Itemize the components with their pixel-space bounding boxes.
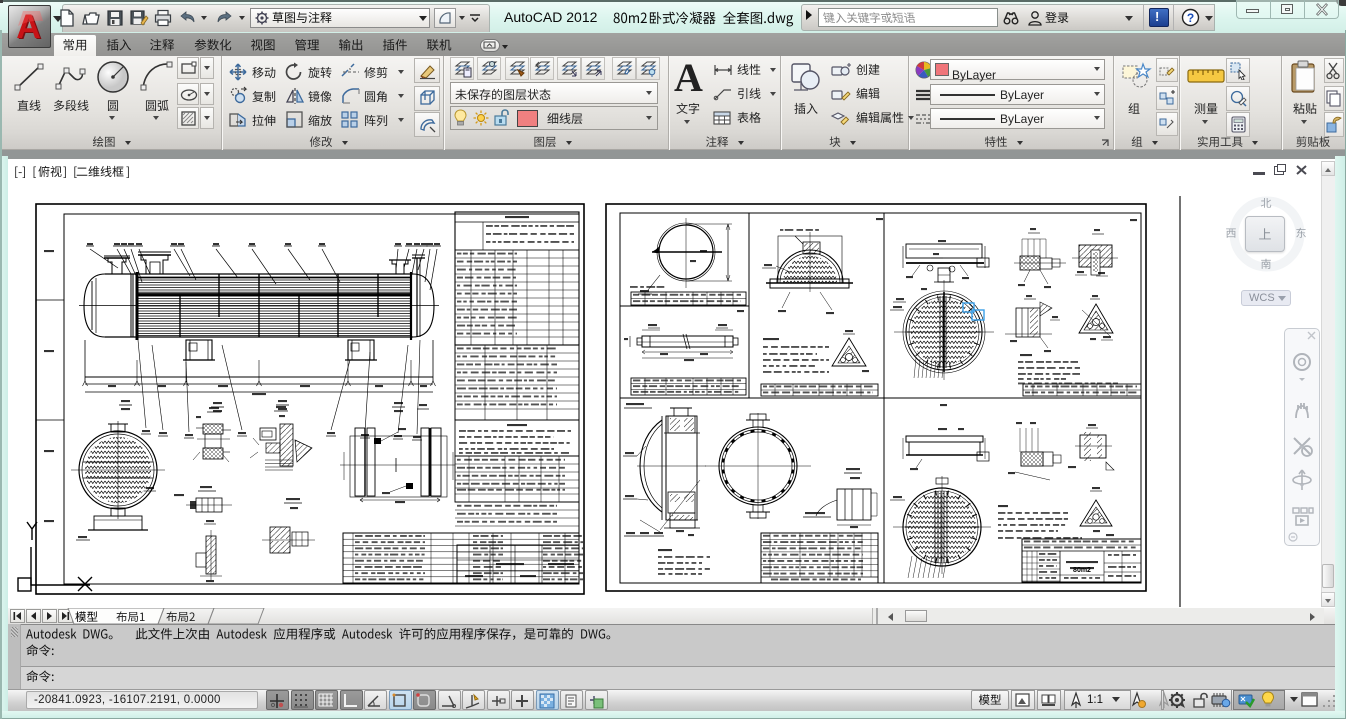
svg-text:80m2: 80m2 bbox=[1073, 567, 1091, 574]
